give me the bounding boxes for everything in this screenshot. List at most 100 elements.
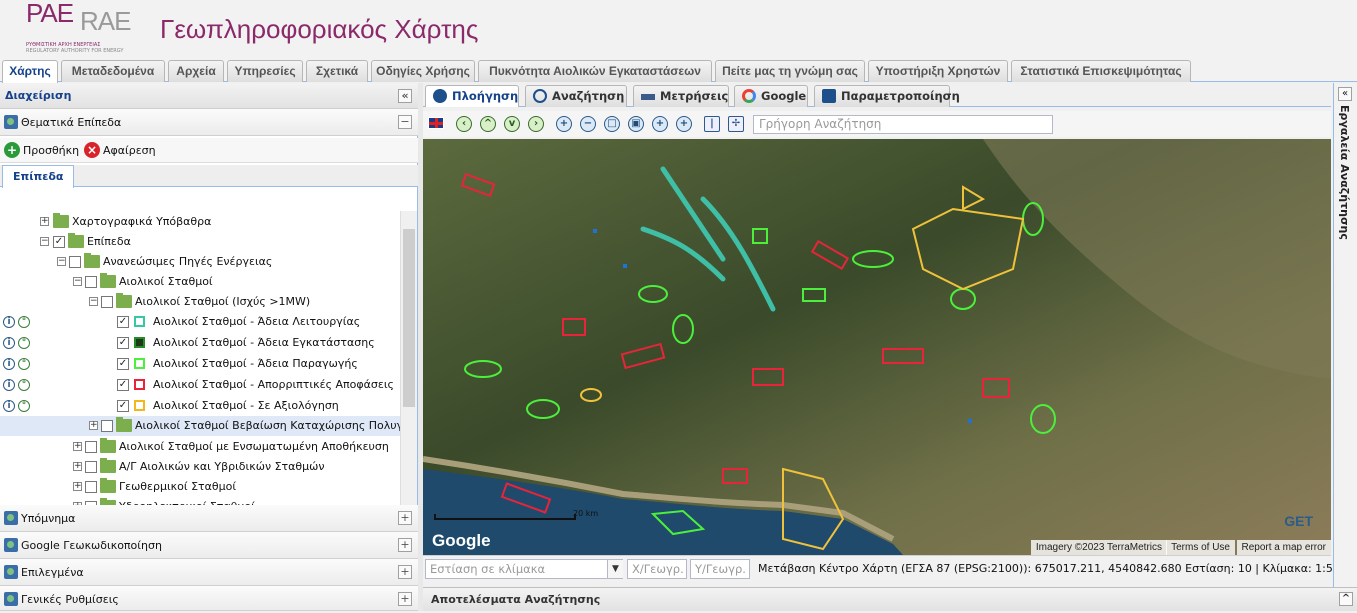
geocoding-section[interactable]: Google Γεωκωδικοποίηση +: [0, 532, 418, 559]
expand-icon[interactable]: +: [73, 442, 82, 451]
back-icon[interactable]: ‹: [456, 116, 472, 132]
tree-node-basemaps[interactable]: + Χαρτογραφικά Υπόβαθρα: [0, 212, 400, 232]
layer-checkbox[interactable]: ✓: [117, 400, 129, 412]
scale-select[interactable]: Εστίαση σε κλίμακα: [425, 559, 623, 579]
forward-icon[interactable]: ›: [528, 116, 544, 132]
expand-section-button[interactable]: +: [398, 511, 412, 525]
tab-metadata[interactable]: Μεταδεδομένα: [61, 60, 165, 82]
layer-checkbox[interactable]: [85, 276, 97, 288]
expand-section-button[interactable]: +: [398, 592, 412, 606]
tab-search[interactable]: Αναζήτηση: [525, 85, 627, 107]
layer-checkbox[interactable]: ✓: [117, 358, 129, 370]
layer-checkbox[interactable]: ✓: [53, 236, 65, 248]
search-tools-panel[interactable]: « Εργαλεία Αναζήτησης: [1333, 83, 1357, 587]
tree-node-wind-1mw[interactable]: − Αιολικοί Σταθμοί (Ισχύς >1MW): [0, 292, 400, 312]
layer-checkbox[interactable]: [69, 256, 81, 268]
tree-scrollbar[interactable]: [400, 211, 417, 505]
terms-link[interactable]: Terms of Use: [1166, 540, 1235, 555]
layer-checkbox[interactable]: ✓: [117, 337, 129, 349]
tree-node-layers[interactable]: − ✓ Επίπεδα: [0, 232, 400, 252]
info-icon[interactable]: i: [3, 316, 15, 328]
layer-checkbox[interactable]: [101, 420, 113, 432]
collapse-icon[interactable]: −: [73, 277, 82, 286]
expand-icon[interactable]: +: [89, 421, 98, 430]
info-icon[interactable]: i: [3, 358, 15, 370]
tab-google[interactable]: Google: [734, 85, 808, 107]
scrollbar-thumb[interactable]: [403, 229, 415, 407]
expand-icon[interactable]: +: [40, 217, 49, 226]
zoom-to-layer-icon[interactable]: °: [18, 358, 30, 370]
info-icon[interactable]: i: [3, 379, 15, 391]
settings-section[interactable]: Γενικές Ρυθμίσεις +: [0, 586, 418, 611]
tab-instructions[interactable]: Οδηγίες Χρήσης: [371, 60, 475, 82]
tree-node-wind-storage[interactable]: + Αιολικοί Σταθμοί με Ενσωματωμένη Αποθή…: [0, 437, 400, 457]
tree-node-renewables[interactable]: − Ανανεώσιμες Πηγές Ενέργειας: [0, 252, 400, 272]
tree-node-production-licence[interactable]: i ° ✓ Αιολικοί Σταθμοί - Άδεια Παραγωγής: [0, 354, 400, 374]
layer-checkbox[interactable]: [85, 441, 97, 453]
tab-feedback[interactable]: Πείτε μας τη γνώμη σας: [715, 60, 865, 82]
zoom-next-icon[interactable]: +: [676, 116, 692, 132]
layer-checkbox[interactable]: ✓: [117, 316, 129, 328]
zoom-previous-icon[interactable]: +: [652, 116, 668, 132]
legend-section[interactable]: Υπόμνημα +: [0, 505, 418, 532]
add-layer-button[interactable]: + Προσθήκη: [4, 142, 79, 159]
layer-checkbox[interactable]: [101, 296, 113, 308]
x-coordinate-input[interactable]: Χ/Γεωγρ.: [627, 559, 687, 579]
up-icon[interactable]: ^: [480, 116, 496, 132]
search-results-panel[interactable]: Αποτελέσματα Αναζήτησης ^: [423, 587, 1357, 611]
zoom-to-layer-icon[interactable]: °: [18, 337, 30, 349]
zoom-to-layer-icon[interactable]: °: [18, 379, 30, 391]
tab-layers[interactable]: Επίπεδα: [2, 165, 75, 188]
tab-about[interactable]: Σχετικά: [306, 60, 368, 82]
tab-files[interactable]: Αρχεία: [168, 60, 224, 82]
tree-node-installation-licence[interactable]: i ° ✓ Αιολικοί Σταθμοί - Άδεια Εγκατάστα…: [0, 333, 400, 353]
y-coordinate-input[interactable]: Υ/Γεωγρ.: [690, 559, 750, 579]
down-icon[interactable]: v: [504, 116, 520, 132]
expand-section-button[interactable]: +: [398, 565, 412, 579]
layer-checkbox[interactable]: [85, 461, 97, 473]
tree-node-polygon-registration[interactable]: + Αιολικοί Σταθμοί Βεβαίωση Καταχώρισης …: [0, 416, 400, 436]
go-button[interactable]: Μετάβαση: [758, 560, 816, 578]
tab-wind-density[interactable]: Πυκνότητα Αιολικών Εγκαταστάσεων: [478, 60, 712, 82]
uk-flag-icon[interactable]: [428, 117, 444, 129]
collapse-icon[interactable]: −: [89, 297, 98, 306]
tab-map[interactable]: Χάρτης: [2, 60, 58, 83]
zoom-out-icon[interactable]: −: [580, 116, 596, 132]
quick-search-input[interactable]: Γρήγορη Αναζήτηση: [753, 115, 1053, 134]
expand-icon[interactable]: +: [73, 462, 82, 471]
collapse-thematic-button[interactable]: −: [398, 115, 412, 129]
remove-layer-button[interactable]: × Αφαίρεση: [84, 142, 156, 159]
zoom-to-layer-icon[interactable]: °: [18, 316, 30, 328]
tree-node-operating-licence[interactable]: i ° ✓ Αιολικοί Σταθμοί - Άδεια Λειτουργί…: [0, 312, 400, 332]
tree-node-geothermal[interactable]: + Γεωθερμικοί Σταθμοί: [0, 477, 400, 497]
collapse-panel-button[interactable]: «: [398, 89, 412, 103]
thematic-layers-header[interactable]: Θεματικά Επίπεδα −: [0, 109, 418, 136]
selected-section[interactable]: Επιλεγμένα +: [0, 559, 418, 586]
zoom-in-icon[interactable]: +: [556, 116, 572, 132]
expand-section-button[interactable]: +: [398, 538, 412, 552]
tab-measurements[interactable]: Μετρήσεις: [633, 85, 729, 107]
info-icon[interactable]: i: [3, 400, 15, 412]
collapse-icon[interactable]: −: [40, 237, 49, 246]
zoom-box-icon[interactable]: □: [604, 116, 620, 132]
expand-icon[interactable]: +: [73, 482, 82, 491]
layer-checkbox[interactable]: ✓: [117, 379, 129, 391]
layer-checkbox[interactable]: [85, 481, 97, 493]
tab-services[interactable]: Υπηρεσίες: [227, 60, 303, 82]
tab-parameters[interactable]: Παραμετροποίηση: [814, 85, 960, 107]
identify-icon[interactable]: |: [704, 116, 720, 132]
tree-node-turbines[interactable]: + Α/Γ Αιολικών και Υβριδικών Σταθμών: [0, 457, 400, 477]
tab-statistics[interactable]: Στατιστικά Επισκεψιμότητας: [1011, 60, 1191, 82]
info-icon[interactable]: i: [3, 337, 15, 349]
tree-node-under-evaluation[interactable]: i ° ✓ Αιολικοί Σταθμοί - Σε Αξιολόγηση: [0, 396, 400, 416]
satellite-map[interactable]: 20 km Google GET Imagery ©2023 TerraMetr…: [423, 139, 1331, 555]
collapse-icon[interactable]: −: [57, 257, 66, 266]
zoom-to-layer-icon[interactable]: °: [18, 400, 30, 412]
pan-icon[interactable]: ✢: [728, 116, 744, 132]
chevron-down-icon[interactable]: ▼: [607, 560, 623, 578]
report-error-link[interactable]: Report a map error: [1236, 540, 1331, 555]
expand-results-icon[interactable]: ^: [1339, 592, 1353, 606]
tab-navigation[interactable]: Πλοήγηση: [425, 85, 519, 107]
zoom-extent-icon[interactable]: ▣: [628, 116, 644, 132]
tree-node-rejections[interactable]: i ° ✓ Αιολικοί Σταθμοί - Απορριπτικές Απ…: [0, 375, 400, 395]
